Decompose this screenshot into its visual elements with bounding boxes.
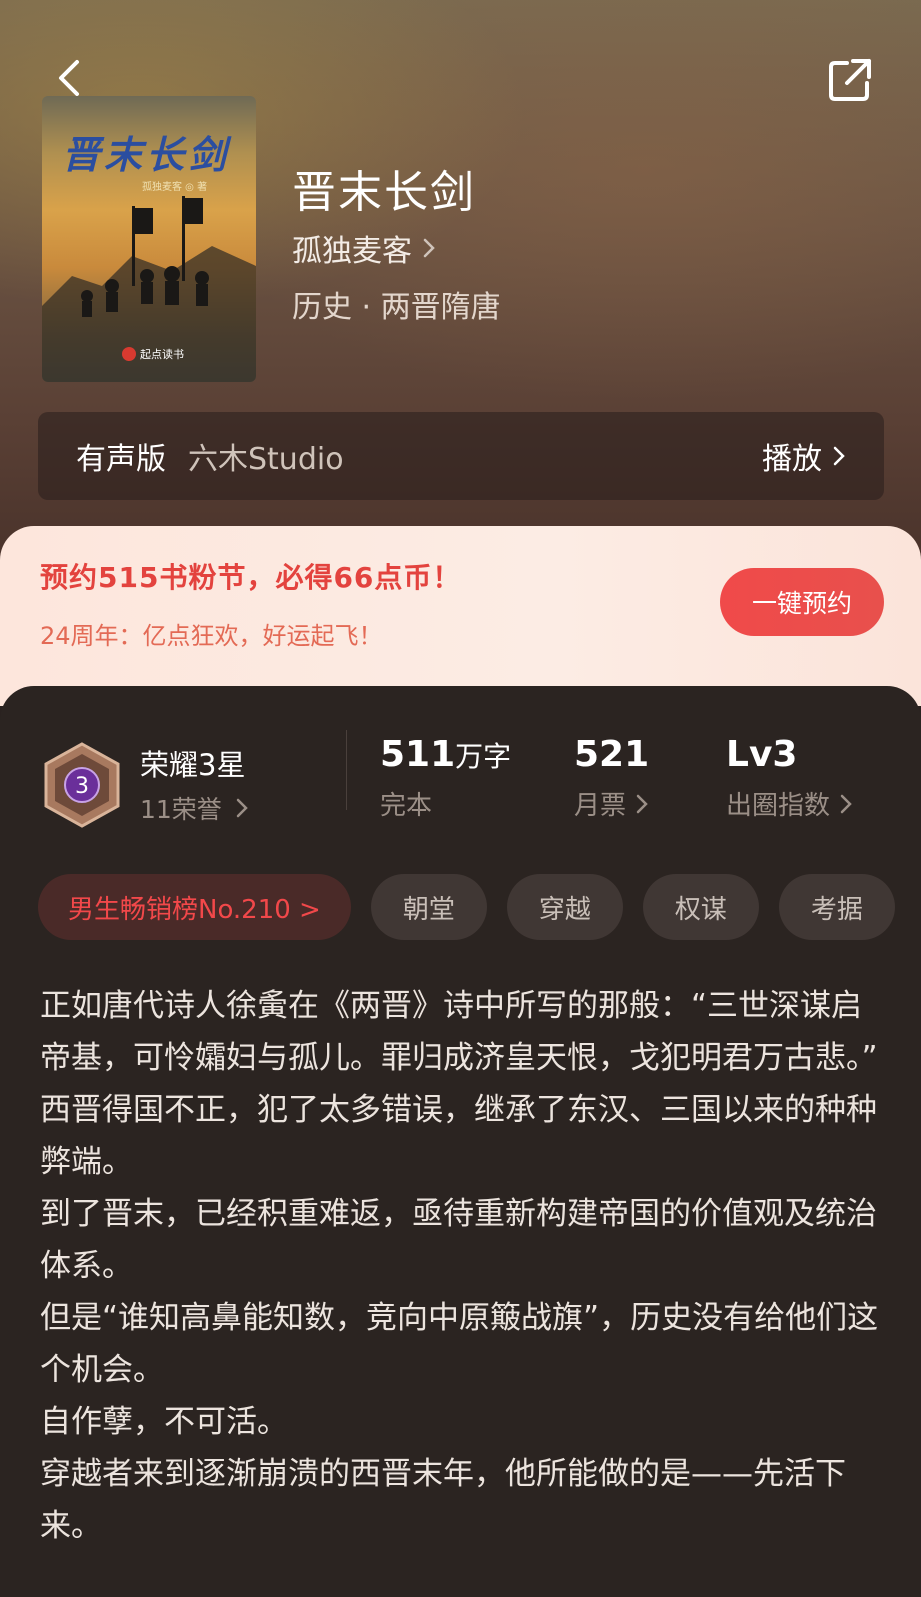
chevron-right-icon	[840, 794, 852, 813]
popularity-index-stat[interactable]: Lv3 出圈指数	[726, 734, 852, 822]
rank-tag[interactable]: 男生畅销榜No.210 >	[38, 874, 351, 940]
play-button[interactable]: 播放	[762, 434, 846, 478]
tag-kaoju[interactable]: 考据	[778, 874, 895, 940]
tag-quanmou[interactable]: 权谋	[642, 874, 759, 940]
word-count-value: 511	[380, 734, 456, 775]
chevron-right-icon	[833, 446, 845, 466]
honor-link[interactable]: 11荣誉	[140, 790, 248, 826]
popularity-index-label: 出圈指数	[726, 791, 831, 821]
popularity-index-value: Lv3	[726, 734, 798, 775]
reserve-button[interactable]: 一键预约	[720, 568, 884, 636]
chevron-right-icon	[236, 798, 248, 818]
promo-subtitle: 24周年：亿点狂欢，好运起飞！	[40, 622, 383, 650]
description-paragraph: 自作孽，不可活。	[40, 1404, 288, 1440]
author-name: 孤独麦客	[292, 234, 412, 269]
chevron-right-icon	[636, 794, 648, 813]
promo-title: 预约515书粉节，必得66点币！	[40, 561, 462, 594]
cover-publisher-logo: 起点读书	[122, 346, 184, 362]
completion-status: 完本	[380, 791, 433, 821]
description-paragraph: 正如唐代诗人徐夤在《两晋》诗中所写的那般：“三世深谋启帝基，可怜孀妇与孤儿。罪归…	[40, 988, 878, 1076]
play-label: 播放	[762, 442, 822, 477]
honor-badge-icon: 3	[44, 742, 120, 828]
word-count-unit: 万字	[455, 740, 512, 773]
chevron-right-icon	[423, 238, 435, 258]
description-paragraph: 到了晋末，已经积重难返，亟待重新构建帝国的价值观及统治体系。	[40, 1196, 877, 1284]
tag-chuanyue[interactable]: 穿越	[506, 874, 623, 940]
author-link[interactable]: 孤独麦客	[292, 226, 436, 270]
word-count-stat: 511万字 完本	[380, 734, 511, 822]
svg-text:3: 3	[75, 774, 89, 799]
book-genre: 历史 · 两晋隋唐	[292, 290, 501, 325]
audio-label: 有声版	[76, 442, 166, 477]
stats-divider	[346, 730, 347, 810]
promo-banner: 预约515书粉节，必得66点币！ 24周年：亿点狂欢，好运起飞！ 一键预约	[0, 526, 921, 706]
cover-illustration	[42, 196, 256, 382]
monthly-ticket-label: 月票	[574, 791, 627, 821]
description-paragraph: 但是“谁知高鼻能知数，竞向中原簸战旗”，历史没有给他们这个机会。	[40, 1300, 879, 1388]
share-button[interactable]	[826, 56, 874, 104]
book-cover[interactable]: 晋末长剑 孤独麦客 ◎ 著 起点读书	[42, 96, 256, 382]
description-paragraph: 西晋得国不正，犯了太多错误，继承了东汉、三国以来的种种弊端。	[40, 1092, 877, 1180]
tag-row: 男生畅销榜No.210 > 朝堂 穿越 权谋 考据	[38, 874, 895, 940]
description-paragraph: 穿越者来到逐渐崩溃的西晋末年，他所能做的是——先活下来。	[40, 1456, 846, 1544]
back-button[interactable]	[50, 58, 90, 98]
honor-count: 11荣誉	[140, 795, 222, 824]
monthly-ticket-stat[interactable]: 521 月票	[574, 734, 649, 822]
back-icon	[59, 60, 79, 96]
audio-studio: 六木Studio	[188, 442, 344, 477]
share-icon	[829, 59, 871, 101]
audio-version-bar[interactable]: 有声版 六木Studio 播放	[38, 412, 884, 500]
book-title: 晋末长剑	[292, 167, 476, 218]
book-description: 正如唐代诗人徐夤在《两晋》诗中所写的那般：“三世深谋启帝基，可怜孀妇与孤儿。罪归…	[40, 980, 882, 1552]
monthly-ticket-value: 521	[574, 734, 650, 775]
honor-title: 荣耀3星	[140, 748, 246, 782]
tag-chaotang[interactable]: 朝堂	[370, 874, 487, 940]
